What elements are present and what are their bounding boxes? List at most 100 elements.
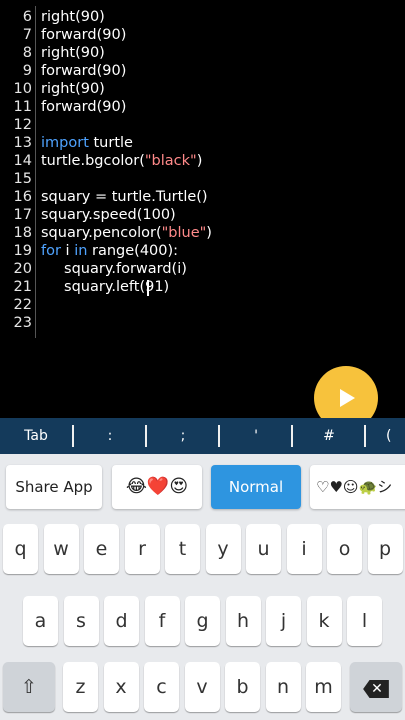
line-number: 7 [22,27,32,43]
line-code: right(90) [41,44,105,62]
symbol-key-semicolon[interactable]: ; [147,418,219,454]
line-number: 12 [13,117,32,133]
line-number: 16 [13,189,32,205]
key-j[interactable]: j [266,596,301,646]
key-t[interactable]: t [165,524,200,574]
line-number: 11 [13,99,32,115]
code-token: turtle [88,135,133,151]
line-number: 8 [22,45,32,61]
soft-keyboard: Share App 😂❤️😍 Normal ♡♥☺🐢シ qwertyuiop as… [0,454,405,720]
code-line: 18 squary.pencolor("blue") [0,224,405,242]
emoji-suggestion[interactable]: 😂❤️😍 [112,465,202,509]
code-token: for [41,243,61,259]
symbol-key-quote[interactable]: ' [220,418,292,454]
code-line: 22 [0,296,405,314]
code-line: 7 forward(90) [0,26,405,44]
key-b[interactable]: b [225,662,260,712]
code-token: ) [206,225,212,241]
line-number: 21 [13,279,32,295]
code-line: 13 import turtle [0,134,405,152]
code-line: 23 [0,314,405,332]
code-token: "blue" [161,225,207,241]
line-number: 19 [13,243,32,259]
key-g[interactable]: g [185,596,220,646]
code-token: i [60,243,75,259]
key-d[interactable]: d [104,596,139,646]
symbol-key-paren[interactable]: ( [386,418,405,454]
symbol-key-hash[interactable]: # [293,418,365,454]
code-token: squary.speed(100) [41,207,176,223]
symbol-bar: Tab : ; ' # ( [0,418,405,454]
key-n[interactable]: n [265,662,301,712]
play-icon [340,389,355,407]
line-code: forward(90) [41,98,126,116]
code-line: 12 [0,116,405,134]
line-number: 6 [22,9,32,25]
key-f[interactable]: f [144,596,180,646]
key-o[interactable]: o [327,524,362,574]
line-number: 15 [13,171,32,187]
code-token: "black" [144,153,197,169]
key-x[interactable]: x [103,662,139,712]
code-token: forward(90) [41,99,127,115]
code-token: range(400): [87,243,179,259]
line-code: import turtle [41,134,133,152]
key-p[interactable]: p [367,524,403,574]
line-code: turtle.bgcolor("black") [41,152,202,170]
code-token: forward(90) [41,27,127,43]
key-h[interactable]: h [225,596,261,646]
code-token: squary.pencolor( [41,225,162,241]
line-number: 10 [13,81,32,97]
line-code: for i in range(400): [41,242,178,260]
key-v[interactable]: v [184,662,220,712]
code-line: 16 squary = turtle.Turtle() [0,188,405,206]
symbol-key-colon[interactable]: : [74,418,146,454]
symbol-suggestion[interactable]: ♡♥☺🐢シ [310,465,405,509]
line-code: right(90) [41,80,105,98]
key-w[interactable]: w [43,524,79,574]
key-u[interactable]: u [246,524,281,574]
line-code: squary.left(91) [41,278,169,296]
line-number: 9 [22,63,32,79]
line-number: 20 [13,261,32,277]
key-c[interactable]: c [144,662,179,712]
code-line: 8 right(90) [0,44,405,62]
key-r[interactable]: r [124,524,160,574]
backspace-icon: ✕ [363,680,389,698]
code-line: 17 squary.speed(100) [0,206,405,224]
symbol-key-tab[interactable]: Tab [14,418,58,454]
share-app-button[interactable]: Share App [6,465,102,509]
code-token: right(90) [41,81,105,97]
code-line: 10 right(90) [0,80,405,98]
key-y[interactable]: y [205,524,241,574]
code-line: 6 right(90) [0,8,405,26]
code-line: 11 forward(90) [0,98,405,116]
code-token: squary = turtle.Turtle() [41,189,208,205]
code-line: 15 [0,170,405,188]
shift-key[interactable]: ⇧ [3,662,55,712]
key-l[interactable]: l [347,596,382,646]
key-q[interactable]: q [3,524,38,574]
code-line: 20 squary.forward(i) [0,260,405,278]
key-i[interactable]: i [286,524,322,574]
code-line: 9 forward(90) [0,62,405,80]
backspace-key[interactable]: ✕ [350,662,402,712]
line-code: squary = turtle.Turtle() [41,188,208,206]
line-code: forward(90) [41,26,126,44]
code-token: import [41,135,89,151]
key-e[interactable]: e [84,524,119,574]
key-k[interactable]: k [306,596,342,646]
code-editor[interactable]: 6 right(90) 7 forward(90) 8 right(90) 9 forward… [0,6,405,418]
normal-mode-button[interactable]: Normal [211,465,301,509]
line-code: squary.speed(100) [41,206,176,224]
code-token: squary.forward(i) [41,261,187,277]
key-s[interactable]: s [63,596,99,646]
text-cursor [147,280,149,296]
symbol-separator [364,425,366,447]
key-a[interactable]: a [23,596,58,646]
code-token: right(90) [41,9,105,25]
line-number: 18 [13,225,32,241]
line-number: 13 [13,135,32,151]
key-m[interactable]: m [306,662,341,712]
key-z[interactable]: z [63,662,98,712]
